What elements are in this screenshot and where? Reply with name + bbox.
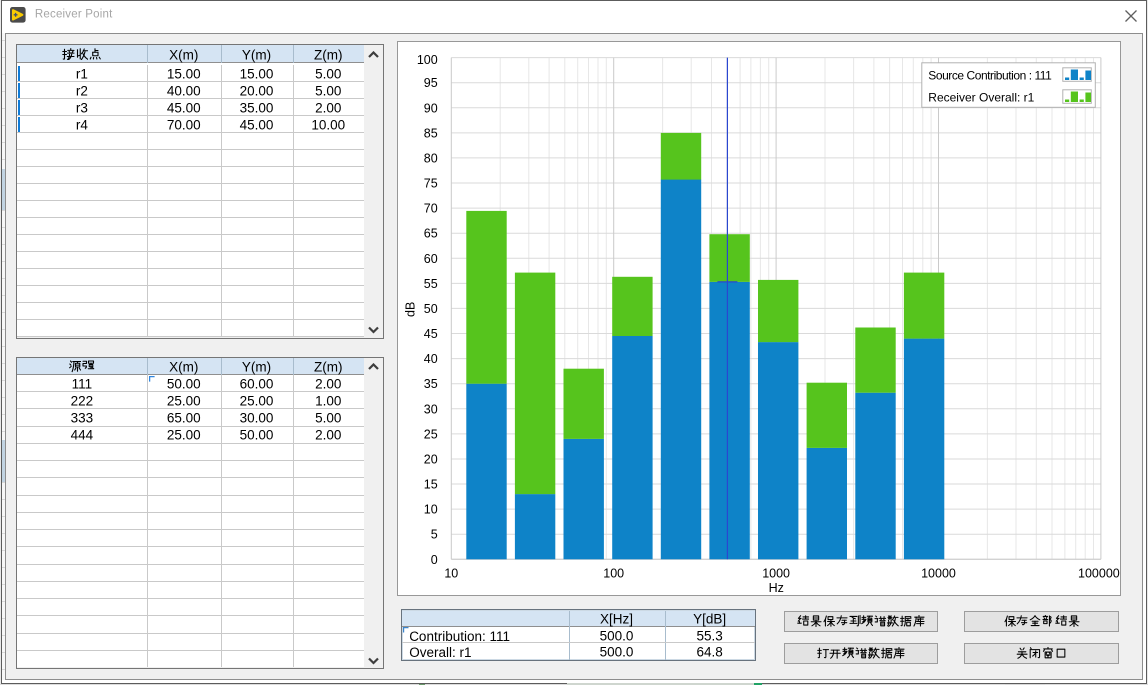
svg-text:dB: dB <box>403 302 417 317</box>
svg-text:10: 10 <box>444 567 458 581</box>
svg-text:80: 80 <box>423 152 437 166</box>
svg-text:100000: 100000 <box>1078 567 1120 581</box>
svg-text:Hz: Hz <box>768 581 783 594</box>
svg-text:10: 10 <box>423 503 437 517</box>
svg-text:75: 75 <box>423 177 437 191</box>
svg-text:50: 50 <box>423 302 437 316</box>
svg-text:Receiver Overall: r1: Receiver Overall: r1 <box>928 90 1034 104</box>
svg-text:5: 5 <box>430 528 437 542</box>
svg-text:40: 40 <box>423 352 437 366</box>
svg-text:30: 30 <box>423 402 437 416</box>
svg-text:70: 70 <box>423 202 437 216</box>
svg-text:100: 100 <box>417 53 438 67</box>
svg-text:35: 35 <box>423 377 437 391</box>
svg-text:60: 60 <box>423 252 437 266</box>
svg-text:1000: 1000 <box>762 567 790 581</box>
svg-text:65: 65 <box>423 227 437 241</box>
svg-text:45: 45 <box>423 327 437 341</box>
svg-text:100: 100 <box>603 567 624 581</box>
svg-text:25: 25 <box>423 428 437 442</box>
svg-text:10000: 10000 <box>921 567 956 581</box>
svg-text:Source Contribution : 111: Source Contribution : 111 <box>928 68 1052 82</box>
svg-text:20: 20 <box>423 453 437 467</box>
svg-text:95: 95 <box>423 76 437 90</box>
svg-text:55: 55 <box>423 277 437 291</box>
svg-text:15: 15 <box>423 478 437 492</box>
svg-text:85: 85 <box>423 127 437 141</box>
svg-text:90: 90 <box>423 101 437 115</box>
svg-text:0: 0 <box>430 553 437 567</box>
